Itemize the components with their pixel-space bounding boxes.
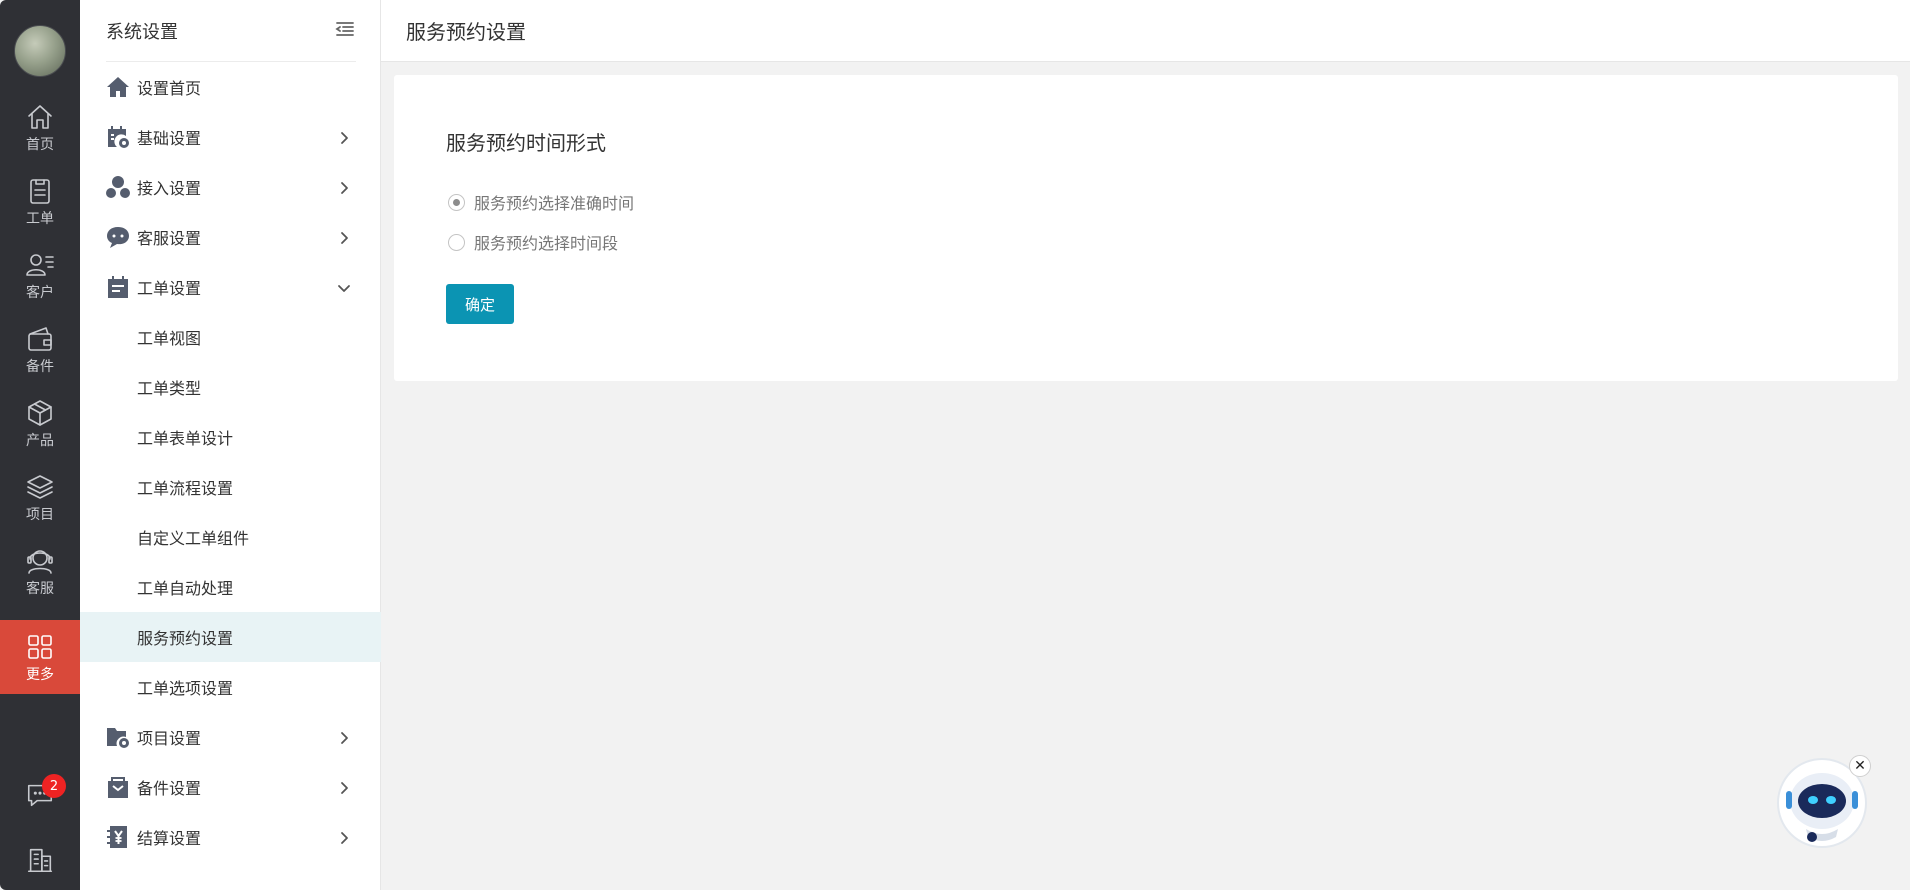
submenu-label: 自定义工单组件	[137, 529, 250, 548]
nav-ticket[interactable]: 工单	[0, 164, 80, 238]
clipboard-icon	[30, 179, 50, 204]
submenu-label: 工单类型	[137, 379, 202, 398]
message-count-badge: 2	[42, 774, 66, 798]
box-icon	[28, 400, 52, 426]
folder-gear-icon	[106, 725, 130, 749]
submenu-label: 工单表单设计	[137, 429, 234, 448]
radio-label: 服务预约选择时间段	[474, 234, 619, 253]
submenu-label: 服务预约设置	[137, 629, 234, 648]
menu-basic-settings[interactable]: 基础设置	[80, 112, 381, 162]
nav-parts[interactable]: 备件	[0, 312, 80, 386]
wallet-icon	[28, 327, 52, 351]
menu-billing-settings[interactable]: 结算设置	[80, 812, 381, 862]
menu-label: 工单设置	[137, 279, 202, 298]
radio-button-checked[interactable]	[448, 193, 465, 211]
menu-label: 接入设置	[137, 179, 202, 198]
company-button[interactable]	[0, 835, 80, 885]
chevron-right-icon	[337, 180, 351, 194]
submenu-label: 工单选项设置	[137, 679, 234, 698]
yen-notebook-icon	[106, 825, 130, 849]
ticket-calendar-icon	[106, 275, 130, 299]
section-title: 服务预约时间形式	[446, 131, 606, 155]
menu-ticket-settings[interactable]: 工单设置	[80, 262, 381, 312]
radio-time-slot[interactable]: 服务预约选择时间段	[448, 230, 618, 254]
home-icon	[28, 105, 52, 129]
nav-customer-label: 客户	[26, 285, 54, 301]
nav-home[interactable]: 首页	[0, 90, 80, 164]
submenu-ticket-type[interactable]: 工单类型	[80, 362, 381, 412]
headset-icon	[27, 550, 53, 574]
menu-project-settings[interactable]: 项目设置	[80, 712, 381, 762]
sidebar-header: 系统设置	[106, 0, 356, 62]
close-assistant-button[interactable]: ✕	[1849, 755, 1871, 777]
menu-label: 客服设置	[137, 229, 202, 248]
nav-product[interactable]: 产品	[0, 386, 80, 460]
nav-project-label: 项目	[26, 507, 54, 523]
submenu-ticket-view[interactable]: 工单视图	[80, 312, 381, 362]
confirm-button[interactable]: 确定	[446, 284, 514, 324]
user-list-icon	[26, 254, 54, 276]
chevron-right-icon	[337, 780, 351, 794]
chevron-right-icon	[337, 230, 351, 244]
connect-icon	[106, 175, 130, 199]
app-nav-rail: 首页 工单 客户 备件 产品 项目 客服 更多 2	[0, 0, 80, 890]
submenu-label: 工单流程设置	[137, 479, 234, 498]
chevron-right-icon	[337, 730, 351, 744]
nav-ticket-label: 工单	[26, 211, 54, 227]
calendar-gear-icon	[106, 125, 130, 149]
submenu-ticket-form-design[interactable]: 工单表单设计	[80, 412, 381, 462]
menu-access-settings[interactable]: 接入设置	[80, 162, 381, 212]
submenu-label: 工单视图	[137, 329, 202, 348]
nav-parts-label: 备件	[26, 359, 54, 375]
nav-project[interactable]: 项目	[0, 460, 80, 534]
settings-sidebar: 系统设置 设置首页 基础设置 接入设置 客服设置 工单设置 工单视图 工单类型 …	[80, 0, 381, 890]
sidebar-title: 系统设置	[106, 21, 178, 43]
radio-label: 服务预约选择准确时间	[474, 194, 635, 213]
submenu-ticket-options[interactable]: 工单选项设置	[80, 662, 381, 712]
collapse-sidebar-icon[interactable]	[334, 18, 356, 44]
menu-label: 备件设置	[137, 779, 202, 798]
grid-icon	[28, 635, 52, 659]
nav-service-label: 客服	[26, 581, 54, 597]
nav-service[interactable]: 客服	[0, 534, 80, 608]
menu-label: 项目设置	[137, 729, 202, 748]
submenu-label: 工单自动处理	[137, 579, 234, 598]
parts-box-icon	[106, 775, 130, 799]
submenu-ticket-flow[interactable]: 工单流程设置	[80, 462, 381, 512]
messages-button[interactable]: 2	[0, 770, 80, 820]
submenu-custom-components[interactable]: 自定义工单组件	[80, 512, 381, 562]
nav-more-label: 更多	[26, 667, 54, 683]
layers-icon	[27, 475, 53, 499]
menu-label: 基础设置	[137, 129, 202, 148]
menu-label: 结算设置	[137, 829, 202, 848]
chevron-right-icon	[337, 830, 351, 844]
nav-product-label: 产品	[26, 433, 54, 449]
chevron-right-icon	[337, 130, 351, 144]
submenu-service-appointment[interactable]: 服务预约设置	[80, 612, 381, 662]
menu-parts-settings[interactable]: 备件设置	[80, 762, 381, 812]
menu-label: 设置首页	[137, 79, 202, 98]
nav-home-label: 首页	[26, 137, 54, 153]
nav-customer[interactable]: 客户	[0, 238, 80, 312]
nav-more[interactable]: 更多	[0, 620, 80, 694]
page-title: 服务预约设置	[406, 20, 526, 44]
settings-card: 服务预约时间形式 服务预约选择准确时间 服务预约选择时间段 确定	[394, 75, 1898, 381]
chevron-down-icon	[337, 280, 351, 294]
avatar[interactable]	[14, 25, 66, 77]
building-icon	[27, 848, 53, 873]
menu-settings-home[interactable]: 设置首页	[80, 62, 381, 112]
page-header: 服务预约设置	[381, 0, 1910, 62]
house-icon	[106, 75, 130, 99]
menu-service-settings[interactable]: 客服设置	[80, 212, 381, 262]
chat-bubble-icon	[106, 225, 130, 249]
radio-exact-time[interactable]: 服务预约选择准确时间	[448, 190, 634, 214]
submenu-auto-processing[interactable]: 工单自动处理	[80, 562, 381, 612]
radio-button[interactable]	[448, 233, 465, 251]
